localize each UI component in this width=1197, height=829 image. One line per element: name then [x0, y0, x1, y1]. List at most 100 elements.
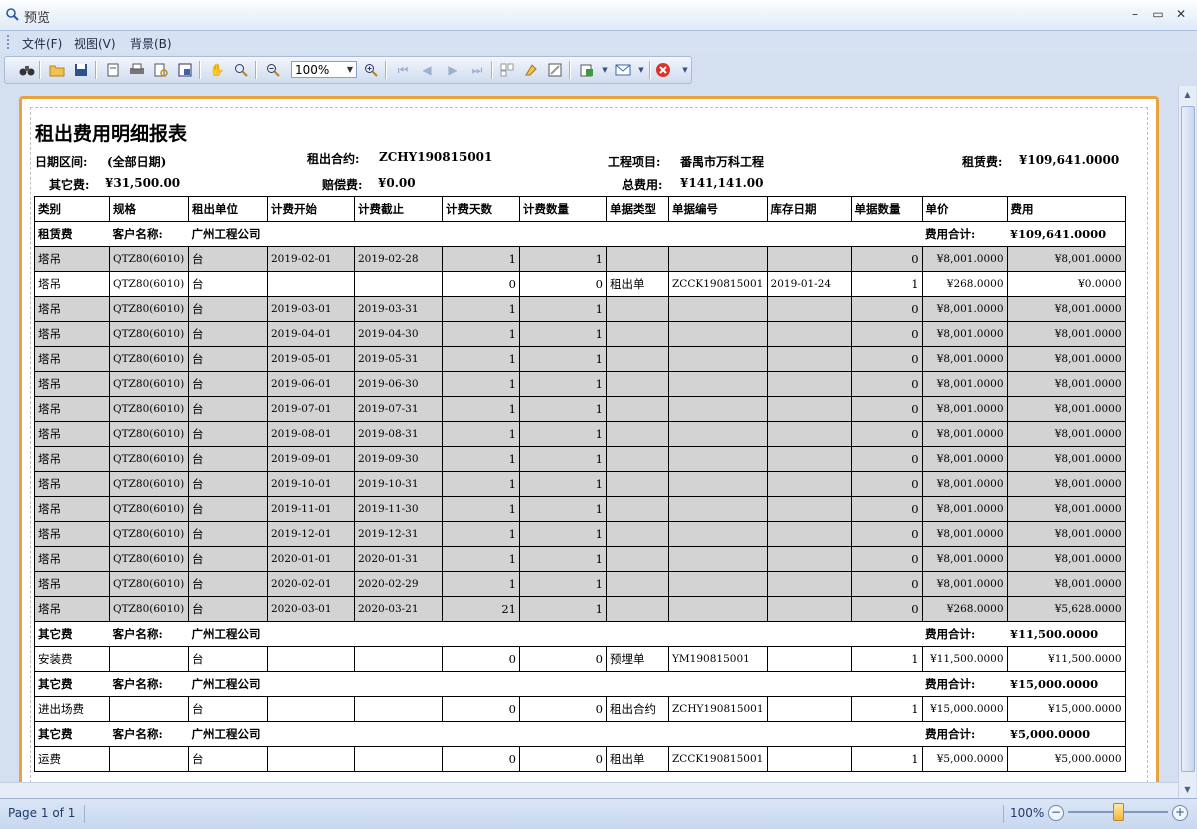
scroll-up-icon[interactable]: ▲ [1179, 86, 1196, 103]
save-icon[interactable] [73, 62, 89, 78]
zoom-plus-button[interactable]: + [1172, 805, 1188, 821]
last-page-icon[interactable]: ⏭ [469, 62, 485, 78]
color-icon[interactable] [523, 62, 539, 78]
cell-cat: 塔吊 [34, 596, 110, 622]
cell-doc-no [668, 471, 768, 497]
multipage-icon[interactable] [499, 62, 515, 78]
menu-view[interactable]: 视图(V) [74, 35, 116, 52]
cell-days: 1 [442, 346, 520, 372]
group-customer: 广州工程公司 [188, 671, 923, 697]
binoculars-icon[interactable] [19, 62, 35, 78]
cell-price: ¥5,000.0000 [921, 746, 1008, 772]
cell-days: 1 [442, 546, 520, 572]
close-window-button[interactable]: ✕ [1172, 5, 1190, 23]
column-header: 库存日期 [766, 196, 852, 222]
cell-days: 1 [442, 421, 520, 447]
cell-doc-no [668, 296, 768, 322]
cell-spec: QTZ80(6010) [109, 346, 189, 372]
email-icon[interactable] [615, 62, 631, 78]
cell-doc-qty: 0 [850, 496, 923, 522]
cell-spec: QTZ80(6010) [109, 596, 189, 622]
vertical-scroll-thumb[interactable] [1181, 106, 1195, 772]
zoom-in-icon[interactable] [363, 62, 379, 78]
total-fee-label: 总费用: [622, 178, 663, 192]
cell-stock-date [766, 371, 852, 397]
zoom-combobox[interactable]: 100% ▼ [291, 61, 357, 78]
export-dropdown-icon[interactable]: ▼ [597, 62, 613, 78]
cell-doc-no [668, 596, 768, 622]
zoom-minus-button[interactable]: − [1048, 805, 1064, 821]
group-customer-label: 客户名称: [109, 221, 189, 247]
cell-start: 2020-02-01 [267, 571, 355, 597]
group-total: ¥5,000.0000 [1007, 721, 1126, 747]
cell-price: ¥8,001.0000 [921, 421, 1008, 447]
cell-fee: ¥8,001.0000 [1006, 396, 1126, 422]
page-setup-icon[interactable] [105, 62, 121, 78]
watermark-icon[interactable] [547, 62, 563, 78]
report-page: 租出费用明细报表 日期区间: (全部日期) 租出合约: ZCHY19081500… [19, 96, 1159, 786]
column-header: 单据类型 [606, 196, 669, 222]
menu-file[interactable]: 文件(F) [22, 35, 62, 52]
cell-end: 2020-02-29 [354, 571, 443, 597]
menu-background[interactable]: 背景(B) [130, 35, 172, 52]
table-row: 塔吊 QTZ80(6010) 台 2019-04-01 2019-04-30 1 1 0 ¥8,… [34, 321, 1126, 347]
cell-doc-no [668, 496, 768, 522]
cell-qty: 0 [519, 646, 607, 672]
cell-doc-no: ZCCK190815001 [668, 746, 768, 772]
horizontal-scrollbar[interactable] [0, 782, 1178, 799]
cell-stock-date: 2019-01-24 [766, 271, 852, 297]
vertical-scrollbar[interactable]: ▲ ▼ [1178, 86, 1196, 798]
cell-doc-type [606, 596, 669, 622]
cell-spec: QTZ80(6010) [109, 371, 189, 397]
date-range-value: (全部日期) [107, 155, 167, 169]
cell-qty: 1 [519, 296, 607, 322]
toolbar-overflow-icon[interactable]: ▼ [677, 62, 693, 78]
cell-unit: 台 [188, 646, 268, 672]
cell-cat: 塔吊 [34, 471, 110, 497]
hand-icon[interactable]: ✋ [209, 62, 225, 78]
cell-spec [109, 696, 189, 722]
print-preview-icon[interactable] [153, 62, 169, 78]
group-total: ¥109,641.0000 [1007, 221, 1126, 247]
cell-end: 2019-08-31 [354, 421, 443, 447]
cell-fee: ¥8,001.0000 [1006, 521, 1126, 547]
cell-fee: ¥8,001.0000 [1006, 296, 1126, 322]
cell-start: 2019-08-01 [267, 421, 355, 447]
first-page-icon[interactable]: ⏮ [395, 62, 411, 78]
prev-page-icon[interactable]: ◀ [419, 62, 435, 78]
cell-price: ¥8,001.0000 [921, 371, 1008, 397]
cell-unit: 台 [188, 371, 268, 397]
scale-icon[interactable] [177, 62, 193, 78]
cell-fee: ¥8,001.0000 [1006, 546, 1126, 572]
export-icon[interactable] [579, 62, 595, 78]
group-customer: 广州工程公司 [188, 621, 923, 647]
cell-end: 2020-01-31 [354, 546, 443, 572]
cell-doc-qty: 0 [850, 421, 923, 447]
close-preview-icon[interactable] [655, 62, 671, 78]
cell-doc-qty: 0 [850, 321, 923, 347]
cell-price: ¥8,001.0000 [921, 296, 1008, 322]
cell-spec: QTZ80(6010) [109, 496, 189, 522]
cell-stock-date [766, 646, 852, 672]
minimize-button[interactable]: – [1126, 5, 1144, 23]
table-header-row: 类别 规格 租出单位 计费开始 计费截止 计费天数 计费数量 单据类型 单据编号 库存日期 单据数量… [34, 196, 1126, 222]
cell-end [354, 646, 443, 672]
magnifier-icon[interactable] [233, 62, 249, 78]
column-header: 租出单位 [188, 196, 268, 222]
print-icon[interactable] [129, 62, 145, 78]
cell-spec: QTZ80(6010) [109, 571, 189, 597]
open-icon[interactable] [49, 62, 65, 78]
zoom-out-icon[interactable] [265, 62, 281, 78]
cell-doc-qty: 0 [850, 471, 923, 497]
menu-grip-icon[interactable] [7, 35, 12, 49]
maximize-button[interactable]: ▭ [1149, 5, 1167, 23]
scroll-down-icon[interactable]: ▼ [1179, 781, 1196, 798]
cell-fee: ¥8,001.0000 [1006, 421, 1126, 447]
cell-days: 1 [442, 371, 520, 397]
cell-price: ¥268.0000 [921, 271, 1008, 297]
cell-doc-qty: 0 [850, 246, 923, 272]
zoom-slider-thumb[interactable] [1113, 803, 1124, 821]
next-page-icon[interactable]: ▶ [445, 62, 461, 78]
email-dropdown-icon[interactable]: ▼ [633, 62, 649, 78]
chevron-down-icon[interactable]: ▼ [344, 62, 356, 77]
